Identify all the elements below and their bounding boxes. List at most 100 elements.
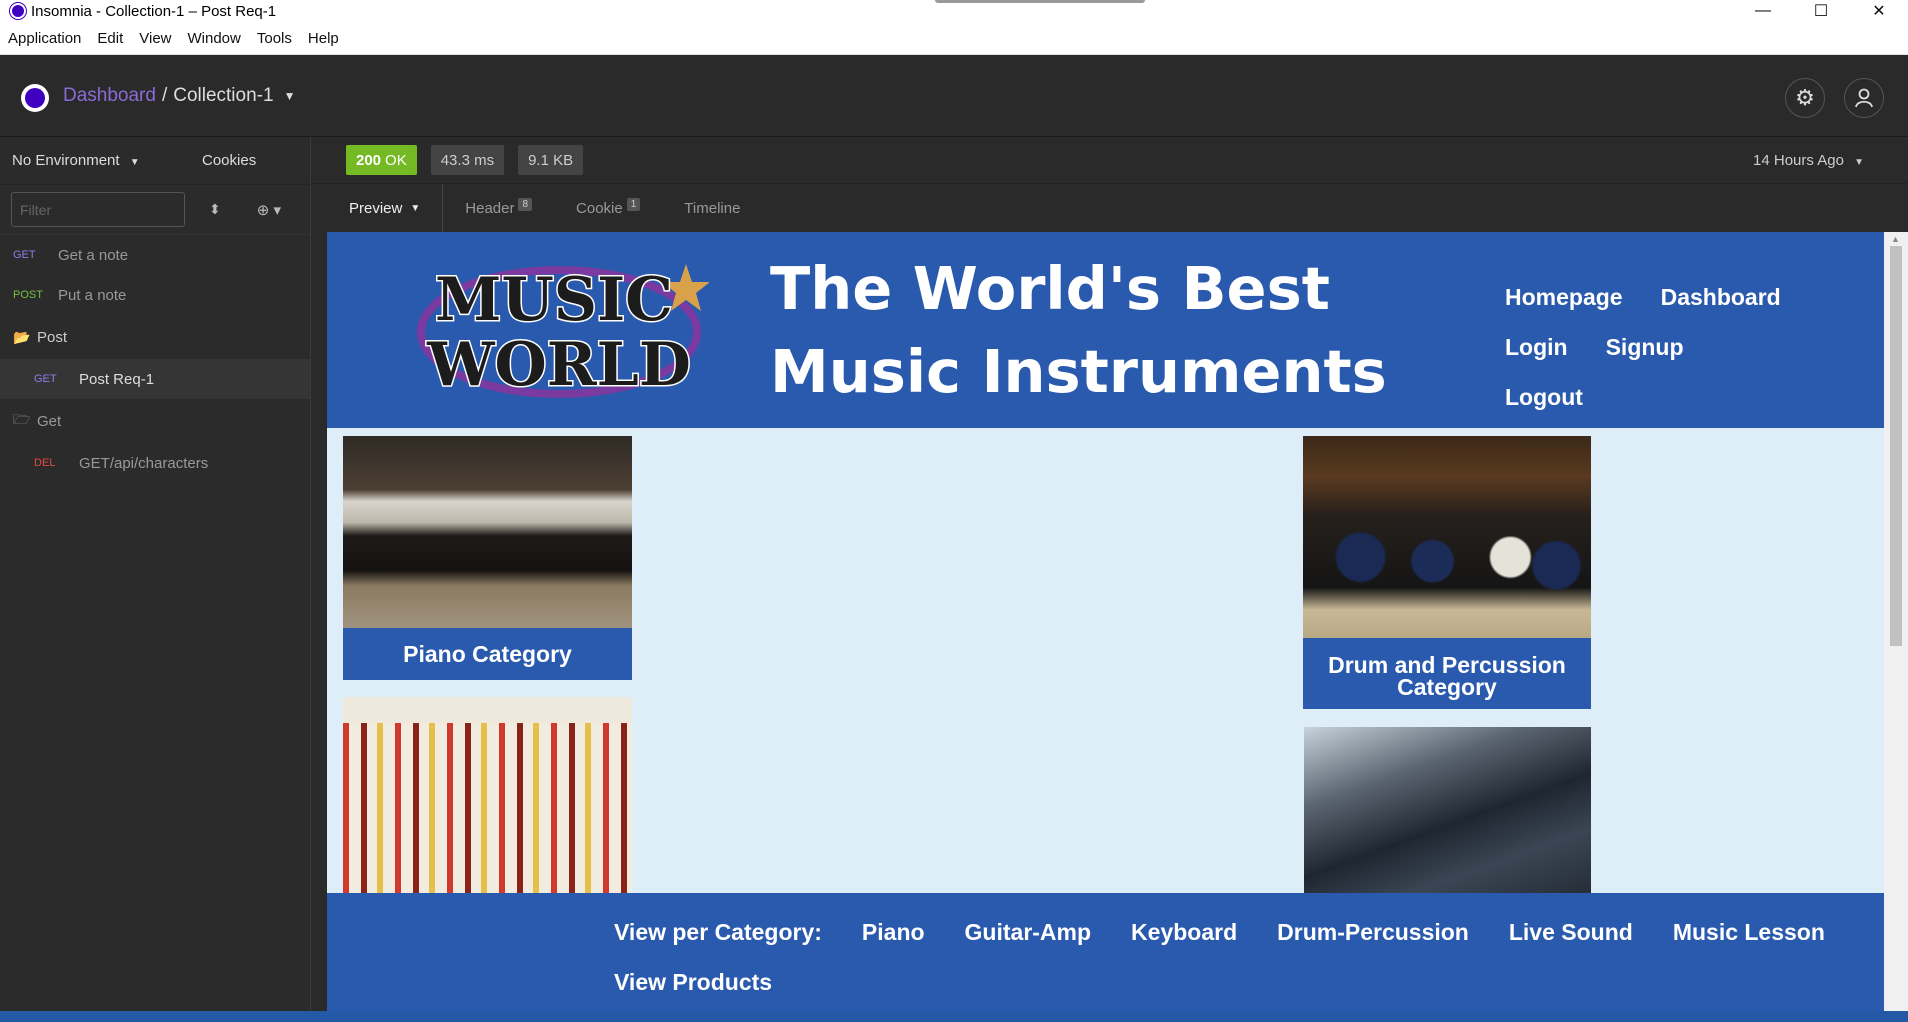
- account-user-icon[interactable]: [1844, 78, 1884, 118]
- response-status-bar: 200 OK 43.3 ms 9.1 KB 14 Hours Ago ▼: [311, 137, 1908, 184]
- breadcrumb-dashboard[interactable]: Dashboard: [63, 85, 156, 107]
- drag-handle: [935, 0, 1145, 3]
- method-badge: GET: [13, 249, 36, 261]
- footer-label: View per Category:: [614, 919, 822, 945]
- footer-link-music-lesson[interactable]: Music Lesson: [1673, 907, 1825, 957]
- drum-store-photo: [1303, 436, 1591, 638]
- tab-preview[interactable]: Preview ▼: [327, 184, 444, 232]
- tab-label: Header: [465, 199, 515, 217]
- caption-line-1: Drum and Percussion: [1328, 652, 1566, 678]
- cookies-button[interactable]: Cookies: [202, 152, 256, 169]
- tab-timeline[interactable]: Timeline: [662, 184, 762, 232]
- insomnia-logo-icon[interactable]: [21, 84, 49, 112]
- breadcrumb-collection[interactable]: Collection-1: [173, 85, 273, 107]
- chevron-down-icon: ▼: [410, 202, 421, 214]
- nav-dashboard[interactable]: Dashboard: [1661, 272, 1781, 322]
- site-headline: The World's Best Music Instruments: [770, 247, 1387, 413]
- scroll-up-icon[interactable]: ▲: [1891, 234, 1900, 244]
- menu-view[interactable]: View: [131, 30, 179, 47]
- chevron-down-icon: ▼: [129, 157, 140, 168]
- folder-open-icon: 📂: [13, 328, 31, 345]
- tab-count: 1: [626, 197, 641, 211]
- response-time-badge: 43.3 ms: [430, 145, 505, 175]
- maximize-button[interactable]: ☐: [1792, 0, 1850, 22]
- tab-count: 8: [518, 197, 533, 211]
- footer-link-keyboard[interactable]: Keyboard: [1131, 907, 1237, 957]
- scrollbar-thumb[interactable]: [1890, 246, 1902, 646]
- status-code: 200: [356, 151, 382, 169]
- menu-tools[interactable]: Tools: [249, 30, 300, 47]
- history-dropdown[interactable]: 14 Hours Ago ▼: [1753, 152, 1864, 169]
- card-live-sound-category[interactable]: [1304, 727, 1591, 897]
- response-size-badge: 9.1 KB: [518, 145, 584, 175]
- sidebar-request-get-a-note[interactable]: GET Get a note: [0, 235, 310, 275]
- mixing-console-photo: [1304, 727, 1591, 897]
- menu-edit[interactable]: Edit: [89, 30, 131, 47]
- status-badge: 200 OK: [346, 145, 417, 175]
- filter-row: ⬍ ⊕ ▾: [0, 185, 310, 235]
- chevron-down-icon: ▼: [1854, 157, 1864, 168]
- taskbar-edge: [0, 1011, 1908, 1022]
- music-world-logo[interactable]: MUSIC WORLD: [409, 250, 709, 410]
- folder-label: Post: [37, 328, 68, 346]
- menu-application[interactable]: Application: [0, 30, 89, 47]
- chevron-down-icon[interactable]: ▼: [284, 89, 296, 103]
- app-header: Dashboard / Collection-1 ▼ ⚙: [0, 55, 1908, 137]
- site-footer: View per Category: Piano Guitar-Amp Keyboar…: [327, 893, 1884, 1017]
- filter-input[interactable]: [11, 192, 185, 227]
- tab-label: Preview: [349, 199, 403, 217]
- card-caption: Drum and Percussion Category: [1303, 652, 1591, 699]
- status-text: OK: [385, 151, 407, 169]
- request-label: Put a note: [58, 286, 127, 304]
- time-ago-label: 14 Hours Ago: [1753, 152, 1844, 169]
- card-guitar-category[interactable]: [343, 697, 632, 897]
- response-tabs: Preview ▼ Header 8 Cookie 1 Timeline: [327, 184, 762, 232]
- footer-link-drum-percussion[interactable]: Drum-Percussion: [1277, 907, 1469, 957]
- site-nav: Homepage Dashboard Login Signup Logout: [1505, 272, 1825, 422]
- nav-login[interactable]: Login: [1505, 322, 1568, 372]
- footer-link-live-sound[interactable]: Live Sound: [1509, 907, 1633, 957]
- request-label: Get a note: [58, 246, 129, 264]
- site-header: MUSIC WORLD The World's Best Music Instr…: [327, 232, 1884, 428]
- menu-bar: Application Edit View Window Tools Help: [0, 22, 1908, 55]
- footer-link-piano[interactable]: Piano: [862, 907, 925, 957]
- sidebar: No Environment ▼ Cookies ⬍ ⊕ ▾ GET Get a…: [0, 137, 311, 1022]
- method-badge: GET: [34, 373, 57, 385]
- piano-store-photo: [343, 436, 632, 628]
- insomnia-app-icon: [10, 3, 26, 19]
- menu-help[interactable]: Help: [300, 30, 347, 47]
- sidebar-request-get-api-characters[interactable]: DEL GET/api/characters: [0, 443, 310, 483]
- footer-view-products[interactable]: View Products: [614, 957, 772, 1007]
- response-pane: 200 OK 43.3 ms 9.1 KB 14 Hours Ago ▼ Pre…: [311, 137, 1908, 1022]
- footer-link-guitar-amp[interactable]: Guitar-Amp: [965, 907, 1092, 957]
- window-titlebar: Insomnia - Collection-1 – Post Req-1 — ☐…: [0, 0, 1908, 22]
- menu-window[interactable]: Window: [180, 30, 249, 47]
- sidebar-request-put-a-note[interactable]: POST Put a note: [0, 275, 310, 315]
- settings-gear-icon[interactable]: ⚙: [1785, 78, 1825, 118]
- tab-header[interactable]: Header 8: [443, 184, 554, 232]
- sidebar-folder-post[interactable]: 📂 Post: [0, 315, 310, 359]
- close-button[interactable]: ✕: [1850, 0, 1908, 22]
- sidebar-folder-get[interactable]: 🗁 Get: [0, 399, 310, 443]
- nav-signup[interactable]: Signup: [1606, 322, 1684, 372]
- request-label: GET/api/characters: [79, 454, 209, 472]
- sort-icon[interactable]: ⬍: [209, 201, 221, 218]
- minimize-button[interactable]: —: [1734, 0, 1792, 22]
- nav-homepage[interactable]: Homepage: [1505, 272, 1623, 322]
- headline-line-1: The World's Best: [770, 254, 1330, 323]
- preview-scrollbar[interactable]: ▲: [1884, 232, 1908, 1017]
- method-badge: DEL: [34, 457, 56, 469]
- environment-label: No Environment: [12, 152, 120, 169]
- environment-row: No Environment ▼ Cookies: [0, 137, 310, 185]
- card-drum-category[interactable]: Drum and Percussion Category: [1303, 436, 1591, 709]
- nav-logout[interactable]: Logout: [1505, 372, 1583, 422]
- folder-open-icon: 🗁: [13, 411, 31, 427]
- sidebar-request-post-req-1[interactable]: GET Post Req-1: [0, 359, 310, 399]
- add-item-icon[interactable]: ⊕ ▾: [257, 201, 281, 219]
- environment-dropdown[interactable]: No Environment ▼: [0, 152, 202, 169]
- tab-cookie[interactable]: Cookie 1: [554, 184, 662, 232]
- breadcrumb-separator: /: [161, 85, 168, 106]
- card-piano-category[interactable]: Piano Category: [343, 436, 632, 680]
- method-badge: POST: [13, 289, 43, 301]
- logo-text-music: MUSIC: [435, 265, 673, 335]
